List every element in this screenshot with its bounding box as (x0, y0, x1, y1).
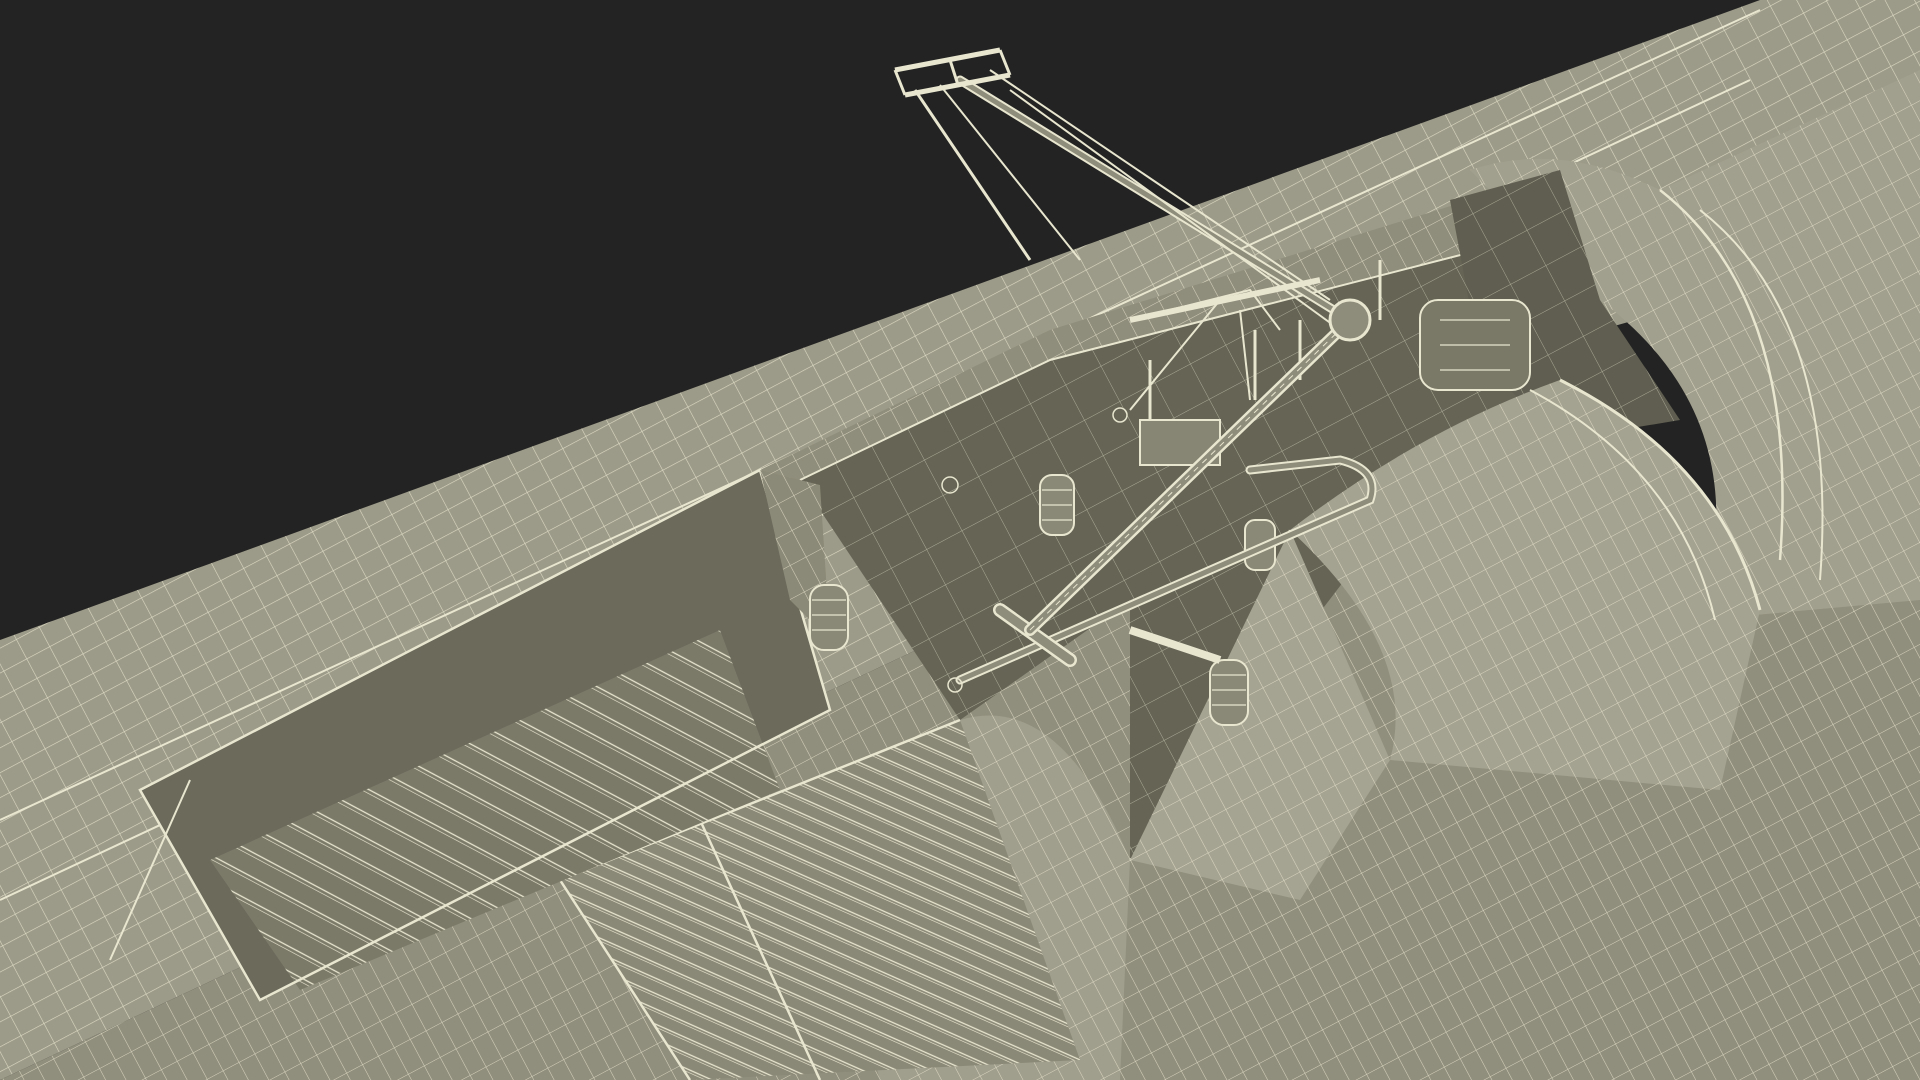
wireframe-render (0, 0, 1920, 1080)
insulator (1209, 659, 1249, 726)
insulator (1039, 474, 1075, 536)
pantograph-knee (1328, 298, 1372, 342)
pantograph-collector-head (893, 47, 1081, 261)
render-viewport (0, 0, 1920, 1080)
insulator (809, 584, 849, 651)
